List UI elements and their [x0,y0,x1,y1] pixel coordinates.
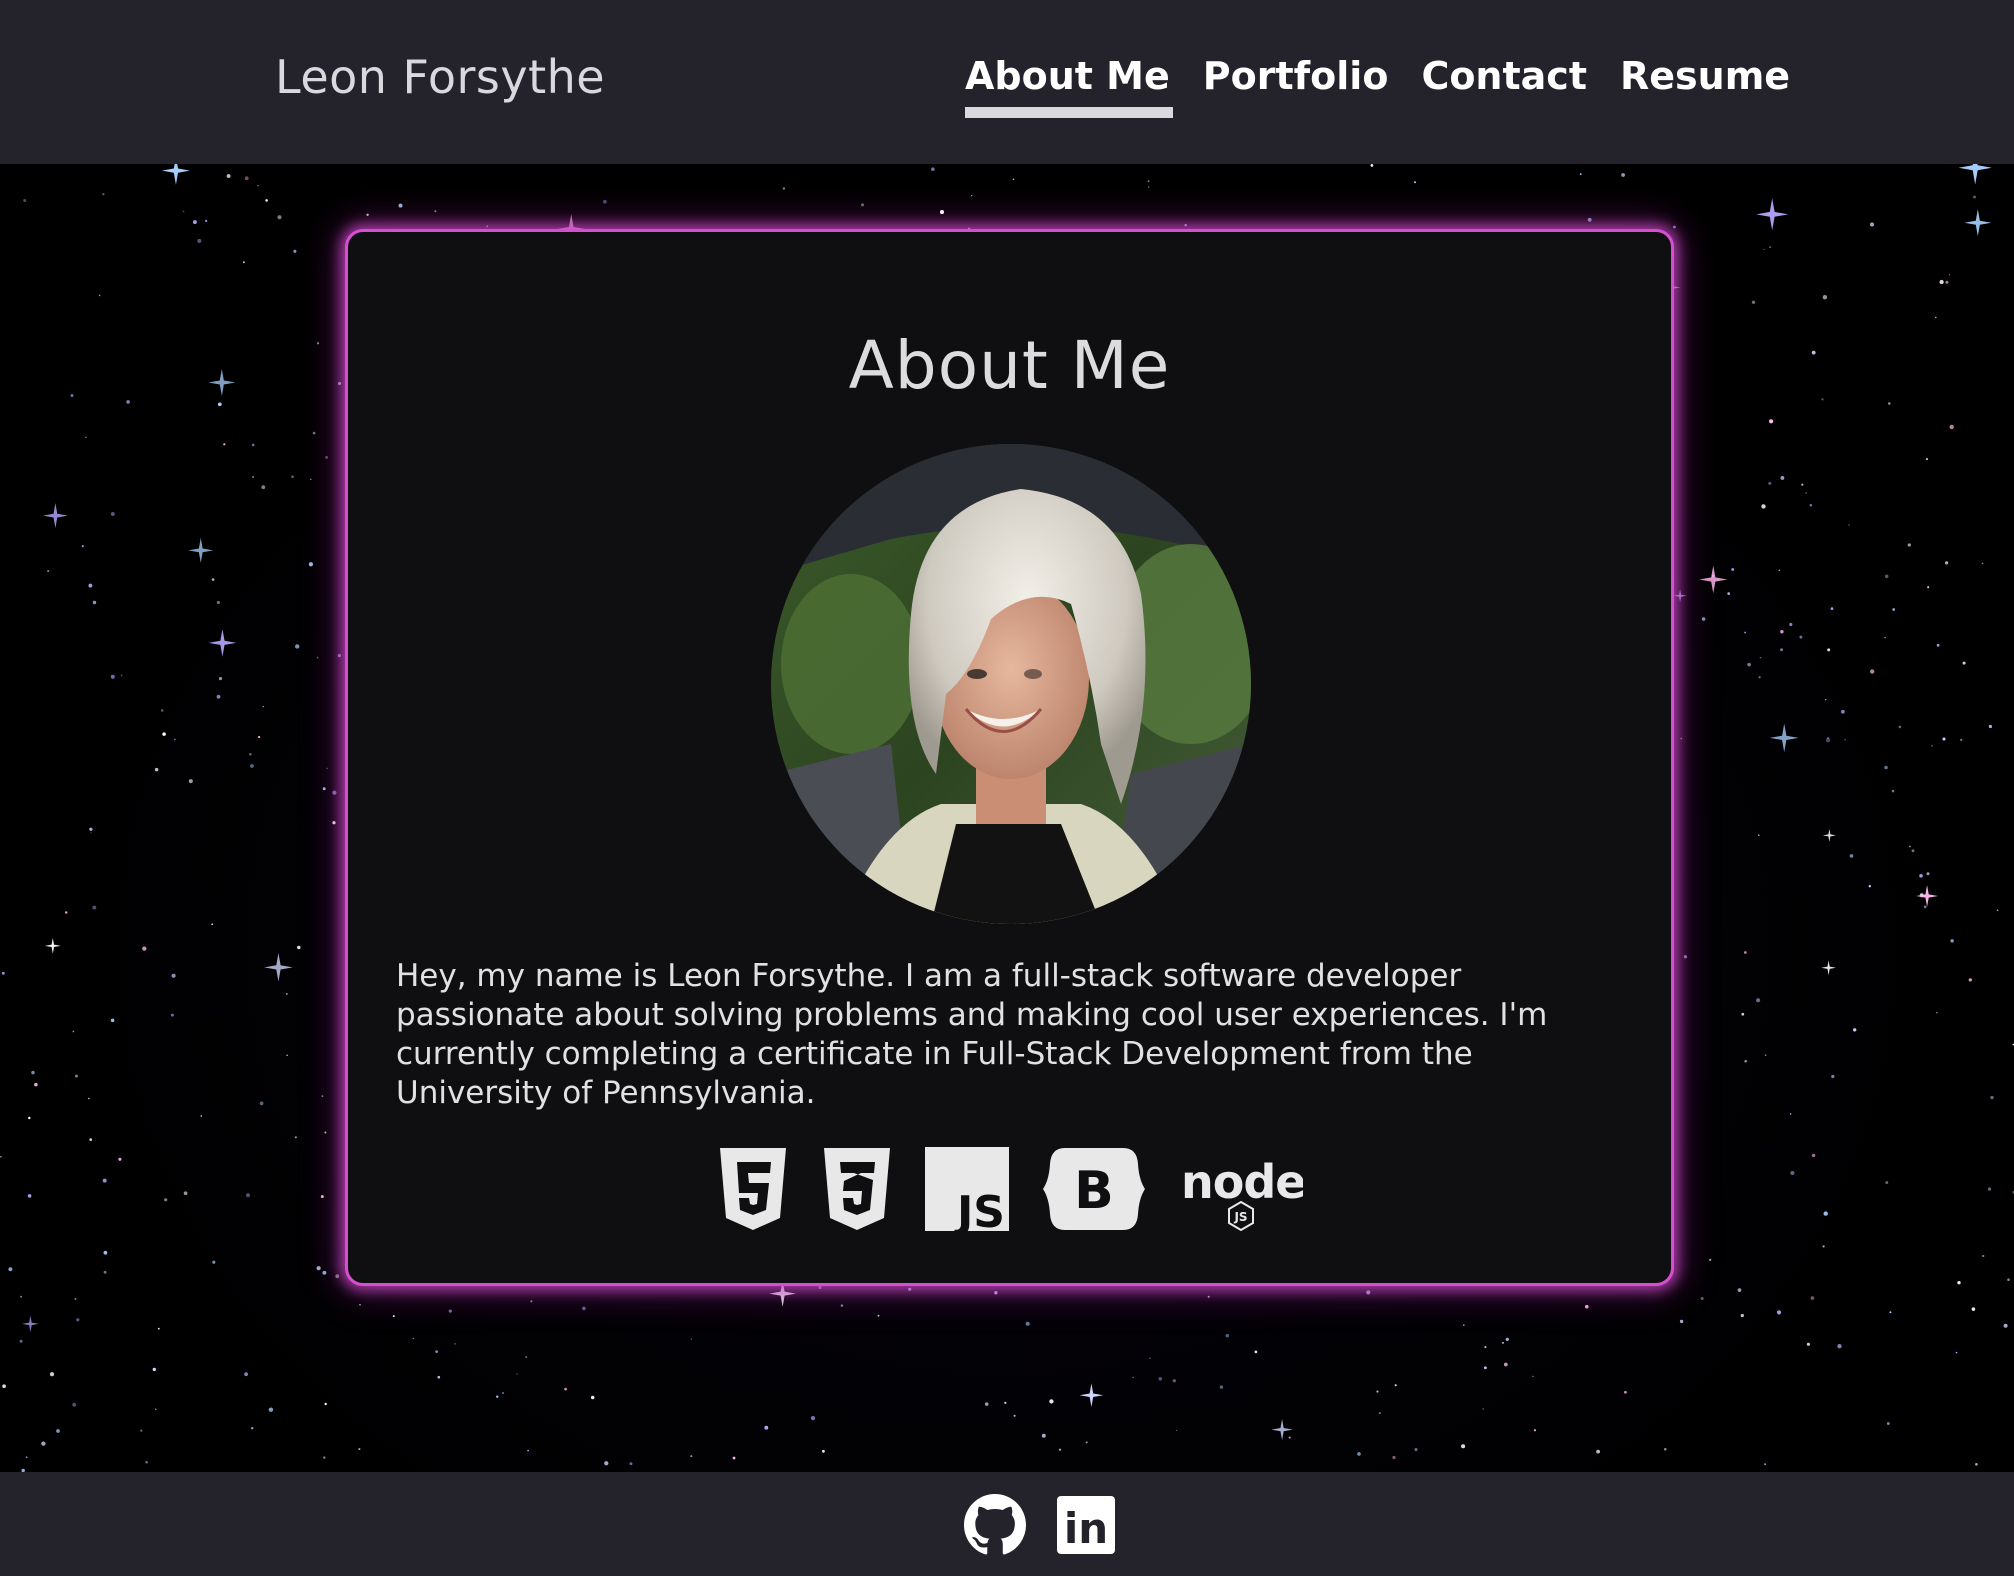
social-links: in [964,1494,1115,1556]
site-header: Leon Forsythe About Me Portfolio Contact… [0,0,2014,164]
bootstrap-icon: B [1042,1148,1145,1230]
about-card: About Me Hey, my name is Leon Forsythe. … [345,229,1674,1286]
nav-portfolio[interactable]: Portfolio [1203,54,1389,112]
svg-text:B: B [1074,1161,1114,1221]
svg-text:node: node [1181,1155,1303,1209]
svg-text:in: in [1064,1504,1108,1553]
about-bio: Hey, my name is Leon Forsythe. I am a fu… [396,958,1548,1111]
css3-icon [823,1148,890,1230]
nav-contact[interactable]: Contact [1421,54,1587,112]
profile-photo [771,444,1251,924]
nodejs-icon: node JS [1181,1155,1303,1232]
site-footer: in [0,1472,2014,1576]
main-nav: About Me Portfolio Contact Resume [965,54,1790,118]
svg-text:JS: JS [1233,1210,1247,1224]
tech-stack: JS B node JS [348,1146,1671,1232]
html5-icon [719,1148,786,1230]
nav-resume[interactable]: Resume [1620,54,1790,112]
about-title: About Me [848,327,1171,404]
svg-text:JS: JS [953,1187,1004,1231]
javascript-icon: JS [924,1147,1009,1231]
linkedin-icon[interactable]: in [1057,1496,1115,1554]
github-icon[interactable] [964,1494,1026,1556]
nav-about-me[interactable]: About Me [965,54,1173,118]
site-brand[interactable]: Leon Forsythe [275,50,605,104]
